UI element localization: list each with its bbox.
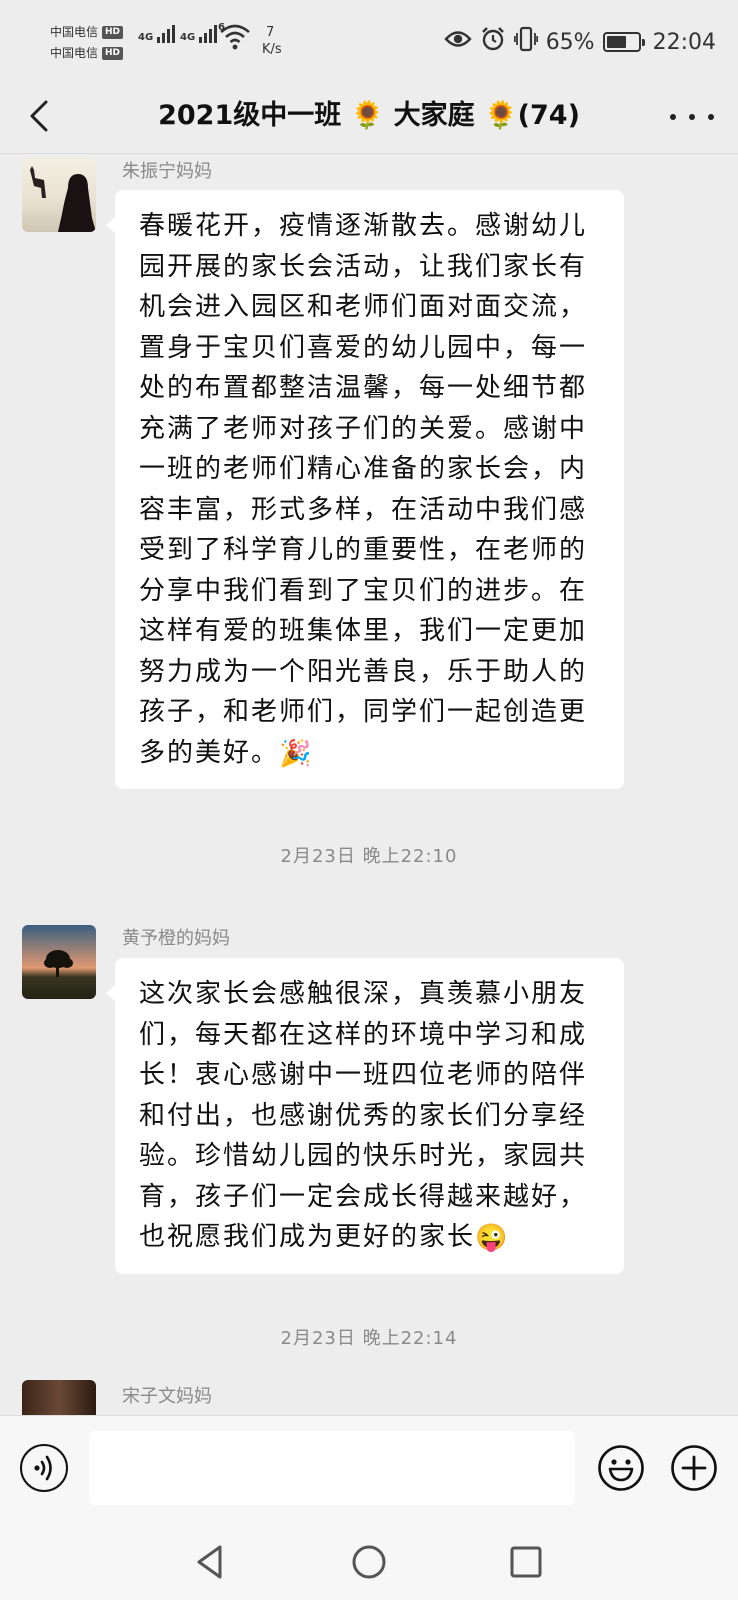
more-options-button[interactable] [670,102,714,132]
circle-home-icon [352,1545,386,1579]
nav-recents-button[interactable] [501,1537,551,1587]
speed-unit: K/s [262,42,282,57]
vibrate-icon [513,26,538,58]
plus-circle-icon [671,1445,717,1491]
message-text: 春暖花开，疫情逐渐散去。感谢幼儿园开展的家长会活动，让我们家长有机会进入园区和老… [139,211,588,768]
carrier-info: 中国电信 HD 中国电信 HD [50,22,124,64]
message-list[interactable]: 朱振宁妈妈 春暖花开，疫情逐渐散去。感谢幼儿园开展的家长会活动，让我们家长有机会… [0,155,738,1415]
message-text: 这次家长会感触很深，真羡慕小朋友们，每天都在这样的环境中学习和成长！衷心感谢中一… [139,979,588,1252]
winking-tongue-face-icon: 😜 [475,1223,510,1253]
voice-button[interactable] [20,1444,68,1492]
signal-1-icon: 4G [138,25,176,43]
avatar[interactable] [22,158,96,232]
hd-badge: HD [102,47,124,60]
voice-icon [34,1455,52,1481]
chevron-left-icon [30,100,48,132]
signal-2-icon: 4G [180,25,218,43]
wifi-number: 6 [218,22,225,33]
message-bubble[interactable]: 这次家长会感触很深，真羡慕小朋友们，每天都在这样的环境中学习和成长！衷心感谢中一… [106,958,624,1274]
battery-icon [602,32,645,52]
eye-icon [444,29,472,55]
input-bar [0,1415,738,1525]
sender-name: 黄予橙的妈妈 [122,928,230,949]
battery-percent: 65% [545,29,595,55]
nav-back-button[interactable] [187,1537,237,1587]
chat-screen: 中国电信 HD 中国电信 HD 4G 4G 6 7 K/s 65% 22:04 … [0,0,738,1600]
more-functions-button[interactable] [670,1444,718,1492]
nav-home-button[interactable] [344,1537,394,1587]
speed-value: 7 [266,25,275,40]
carrier-2-label: 中国电信 [50,46,99,60]
message-input[interactable] [89,1431,575,1505]
triangle-back-icon [197,1545,222,1579]
message-bubble[interactable]: 春暖花开，疫情逐渐散去。感谢幼儿园开展的家长会活动，让我们家长有机会进入园区和老… [106,190,624,789]
timestamp: 2月23日 晚上22:10 [280,846,458,867]
smiley-icon [598,1445,644,1491]
system-nav-bar [0,1525,738,1600]
square-recents-icon [510,1546,542,1578]
network-2-label: 4G [180,32,196,43]
status-icons: 65% 22:04 [444,24,716,60]
sender-name: 朱振宁妈妈 [122,161,212,182]
chat-header: 2021级中一班 🌻 大家庭 🌻(74) [0,82,738,154]
network-1-label: 4G [138,32,154,43]
chat-title: 2021级中一班 🌻 大家庭 🌻(74) [158,100,580,131]
more-horizontal-icon [670,114,676,120]
party-popper-icon: 🎉 [279,738,314,769]
avatar[interactable] [22,925,96,999]
avatar[interactable] [22,1380,96,1415]
network-speed: 7 K/s [262,24,282,58]
wifi-icon: 6 [218,22,252,56]
clock-time: 22:04 [652,29,716,55]
carrier-1-label: 中国电信 [50,25,99,39]
alarm-icon [480,26,506,58]
timestamp: 2月23日 晚上22:14 [280,1328,458,1349]
emoji-button[interactable] [597,1444,645,1492]
sender-name: 宋子文妈妈 [122,1386,212,1407]
back-button[interactable] [22,96,62,136]
hd-badge: HD [102,26,124,39]
status-bar: 中国电信 HD 中国电信 HD 4G 4G 6 7 K/s 65% 22:04 [0,0,738,82]
